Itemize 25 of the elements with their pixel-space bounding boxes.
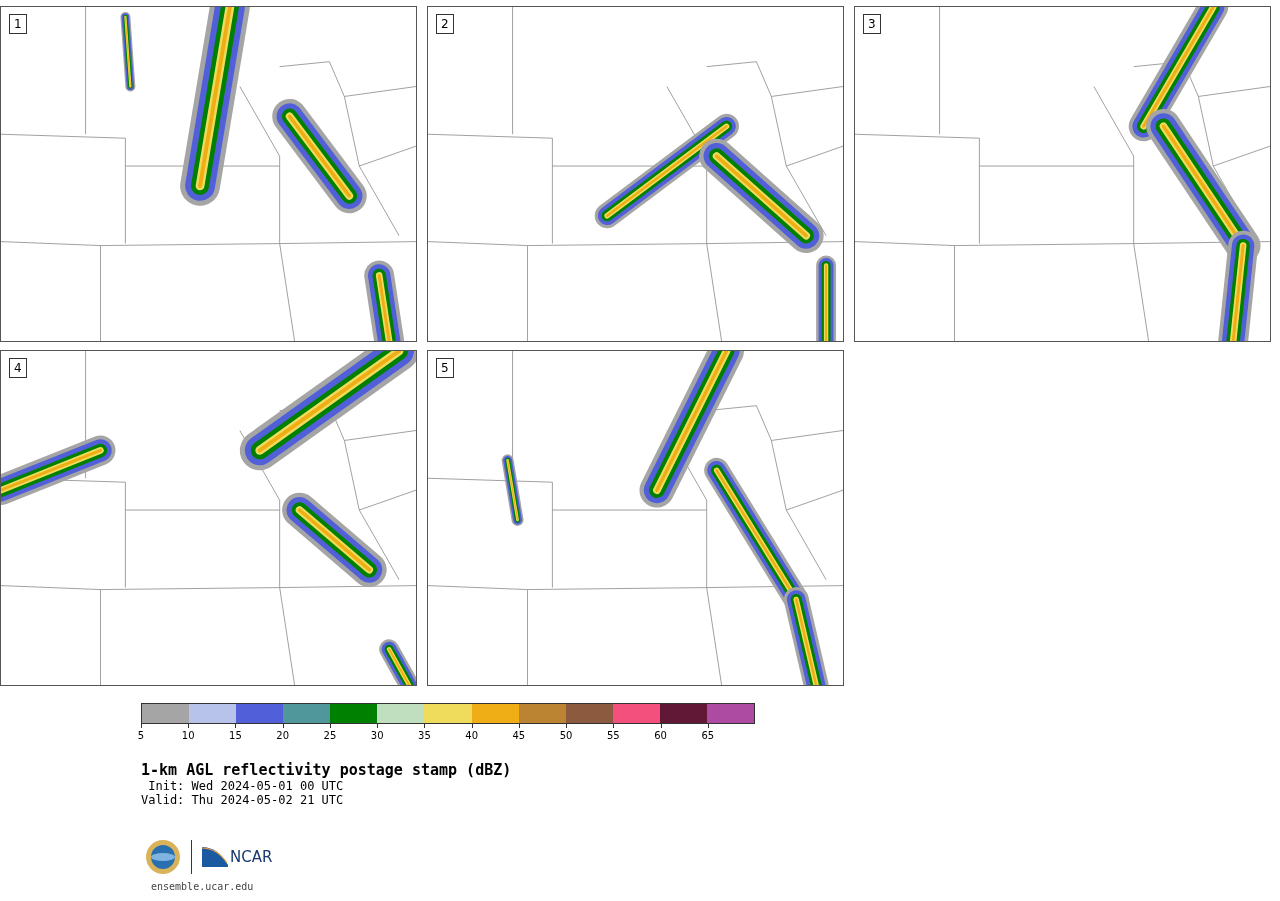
website-url: ensemble.ucar.edu bbox=[151, 881, 255, 892]
tick-label: 30 bbox=[370, 730, 384, 741]
tick-label: 40 bbox=[465, 730, 478, 741]
tick-label: 10 bbox=[181, 730, 195, 741]
tick-label: 5 bbox=[137, 730, 145, 741]
tick-label: 65 bbox=[701, 730, 715, 741]
init-time: Init: Wed 2024-05-01 00 UTC bbox=[147, 779, 345, 793]
tick-label: 35 bbox=[418, 730, 431, 741]
tick-label: 45 bbox=[512, 730, 526, 741]
panel-number-label: 4 bbox=[9, 358, 27, 378]
panel-number-label: 2 bbox=[436, 14, 454, 34]
tick-label: 25 bbox=[323, 730, 337, 741]
panel-number-label: 5 bbox=[436, 358, 454, 378]
tick-label: 55 bbox=[607, 730, 620, 741]
tick-label: 15 bbox=[229, 730, 242, 741]
panel-number-label: 1 bbox=[9, 14, 27, 34]
seal-logo-icon bbox=[145, 839, 181, 875]
logo-text: NCAR bbox=[230, 848, 273, 866]
swoosh-logo-icon bbox=[202, 847, 228, 867]
panel-number-label: 3 bbox=[863, 14, 881, 34]
tick-label: 20 bbox=[276, 730, 290, 741]
tick-label: 60 bbox=[654, 730, 667, 741]
tick-label: 50 bbox=[559, 730, 573, 741]
chart-title: 1-km AGL reflectivity postage stamp (dBZ) bbox=[141, 762, 513, 779]
valid-time: Valid: Thu 2024-05-02 21 UTC bbox=[141, 793, 345, 807]
